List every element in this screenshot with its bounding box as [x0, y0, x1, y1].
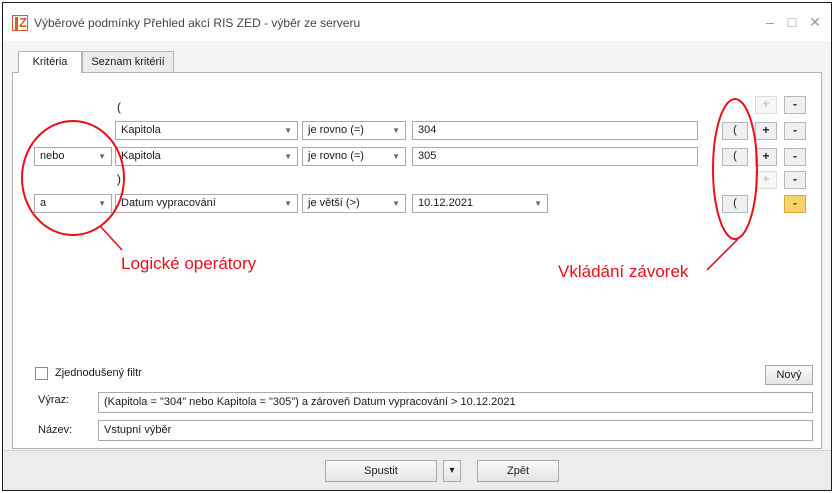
field-select-row3[interactable]: Datum vypracování ▼: [115, 194, 298, 213]
chevron-down-icon: ▼: [284, 126, 292, 135]
tab-criteria[interactable]: Kritéria: [18, 51, 82, 73]
value-input-row2[interactable]: 305: [412, 147, 698, 166]
run-options-dropdown[interactable]: ▾: [443, 460, 461, 482]
field-select-row1[interactable]: Kapitola ▼: [115, 121, 298, 140]
name-field[interactable]: Vstupní výběr: [98, 420, 813, 441]
window-title: Výběrové podmínky Přehled akcí RIS ZED -…: [34, 16, 361, 30]
back-button[interactable]: Zpět: [477, 460, 559, 482]
chevron-down-icon: ▼: [284, 152, 292, 161]
annotation-logical-operators: Logické operátory: [121, 254, 257, 273]
tab-criteria-list[interactable]: Seznam kritérií: [82, 51, 174, 72]
condition-select-row3-value: je větší (>): [308, 197, 360, 209]
operator-select-row3[interactable]: a ▼: [34, 194, 112, 213]
simplified-filter-label: Zjednodušený filtr: [55, 367, 142, 379]
expression-label: Výraz:: [38, 394, 70, 406]
condition-select-row3[interactable]: je větší (>) ▼: [302, 194, 406, 213]
condition-select-row2-value: je rovno (=): [308, 150, 364, 162]
add-row-button-row2[interactable]: +: [755, 148, 777, 166]
run-button[interactable]: Spustit: [325, 460, 437, 482]
remove-row-button-row1[interactable]: -: [784, 122, 806, 140]
field-select-row2-value: Kapitola: [121, 150, 161, 162]
add-row-button-row1[interactable]: +: [755, 122, 777, 140]
chevron-down-icon: ▼: [392, 199, 400, 208]
chevron-down-icon: ▼: [98, 199, 106, 208]
close-paren: ): [117, 172, 121, 186]
operator-select-row2-value: nebo: [40, 150, 65, 162]
field-select-row1-value: Kapitola: [121, 124, 161, 136]
chevron-down-icon: ▼: [98, 152, 106, 161]
open-paren: (: [117, 100, 121, 114]
minimize-icon[interactable]: –: [760, 12, 780, 32]
add-row-button-paren-close[interactable]: +: [755, 171, 777, 189]
condition-select-row1[interactable]: je rovno (=) ▼: [302, 121, 406, 140]
value-input-row1[interactable]: 304: [412, 121, 698, 140]
remove-row-button-paren-close[interactable]: -: [784, 171, 806, 189]
condition-select-row2[interactable]: je rovno (=) ▼: [302, 147, 406, 166]
date-input-row3-value: 10.12.2021: [418, 197, 474, 209]
chevron-down-icon: ▼: [284, 199, 292, 208]
annotation-bracket-insert: Vkládání závorek: [558, 262, 689, 281]
remove-row-button-paren-open[interactable]: -: [784, 96, 806, 114]
insert-paren-button-row2[interactable]: (: [722, 148, 748, 166]
chevron-down-icon: ▼: [392, 126, 400, 135]
close-icon[interactable]: ✕: [805, 12, 825, 32]
name-label: Název:: [38, 424, 73, 436]
field-select-row3-value: Datum vypracování: [121, 197, 216, 209]
simplified-filter-checkbox[interactable]: [35, 367, 48, 380]
expression-field[interactable]: (Kapitola = "304" nebo Kapitola = "305")…: [98, 392, 813, 413]
remove-row-button-row2[interactable]: -: [784, 148, 806, 166]
chevron-down-icon: ▼: [392, 152, 400, 161]
insert-paren-button-row3[interactable]: (: [722, 195, 748, 213]
app-logo-icon: [12, 15, 28, 31]
chevron-down-icon: ▼: [534, 199, 542, 208]
new-button[interactable]: Nový: [765, 365, 813, 385]
remove-row-button-row3[interactable]: -: [784, 195, 806, 213]
date-input-row3[interactable]: 10.12.2021 ▼: [412, 194, 548, 213]
maximize-icon[interactable]: □: [782, 12, 802, 32]
operator-select-row3-value: a: [40, 197, 47, 209]
field-select-row2[interactable]: Kapitola ▼: [115, 147, 298, 166]
insert-paren-button-row1[interactable]: (: [722, 122, 748, 140]
condition-select-row1-value: je rovno (=): [308, 124, 364, 136]
operator-select-row2[interactable]: nebo ▼: [34, 147, 112, 166]
add-row-button-paren-open[interactable]: +: [755, 96, 777, 114]
